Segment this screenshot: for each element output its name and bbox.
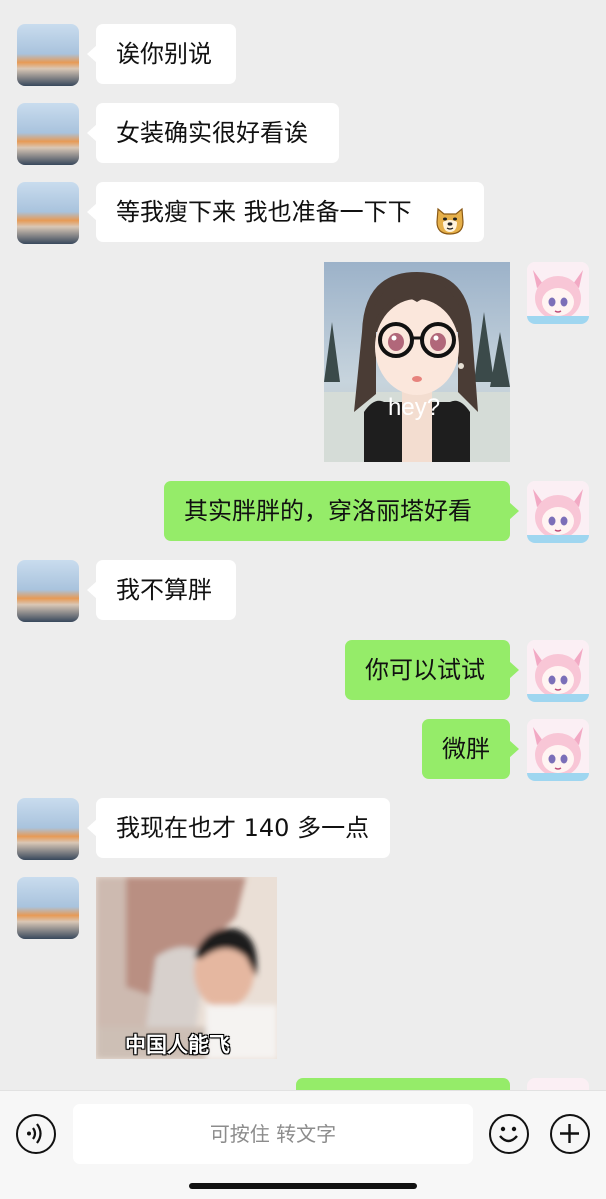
chat-area[interactable]: 诶你别说 女装确实很好看诶 等我瘦下来 我也准备一下下 hey? 其实胖胖的，穿… xyxy=(0,0,606,1090)
message-bubble[interactable]: 女装确实很好看诶 xyxy=(87,103,339,163)
contact-avatar[interactable] xyxy=(17,560,79,622)
my-avatar[interactable] xyxy=(527,640,589,702)
emoji-icon[interactable] xyxy=(489,1114,529,1154)
contact-avatar[interactable] xyxy=(17,182,79,244)
doge-emoji-icon xyxy=(434,197,466,235)
message-bubble[interactable]: 诶你别说 xyxy=(87,24,236,84)
message-bubble[interactable]: 我现在也才 140 多一点 xyxy=(87,798,390,858)
message-bubble[interactable]: 其实胖胖的，穿洛丽塔好看 xyxy=(164,481,519,541)
plus-icon[interactable] xyxy=(550,1114,590,1154)
my-avatar[interactable] xyxy=(527,719,589,781)
message-bubble[interactable]: 我不算胖 xyxy=(87,560,236,620)
home-indicator[interactable] xyxy=(189,1183,417,1189)
my-avatar[interactable] xyxy=(527,481,589,543)
contact-avatar[interactable] xyxy=(17,24,79,86)
contact-avatar[interactable] xyxy=(17,103,79,165)
meme-caption: 中国人能飞 xyxy=(125,1033,230,1057)
message-bubble[interactable]: 你可以试试 xyxy=(345,640,519,700)
voice-icon[interactable] xyxy=(16,1114,56,1154)
message-bubble[interactable]: 等我瘦下来 我也准备一下下 xyxy=(87,182,484,242)
message-bubble[interactable] xyxy=(296,1078,510,1090)
my-avatar[interactable] xyxy=(527,262,589,324)
sticker-caption: hey? xyxy=(388,394,441,421)
hold-to-talk-input[interactable]: 可按住 转文字 xyxy=(73,1104,473,1164)
my-avatar[interactable] xyxy=(527,1078,589,1090)
sticker-image[interactable]: hey? xyxy=(324,262,510,462)
message-text: 等我瘦下来 我也准备一下下 xyxy=(116,198,412,226)
contact-avatar[interactable] xyxy=(17,877,79,939)
meme-image[interactable]: 中国人能飞 xyxy=(96,877,277,1059)
message-bubble[interactable]: 微胖 xyxy=(422,719,519,779)
contact-avatar[interactable] xyxy=(17,798,79,860)
